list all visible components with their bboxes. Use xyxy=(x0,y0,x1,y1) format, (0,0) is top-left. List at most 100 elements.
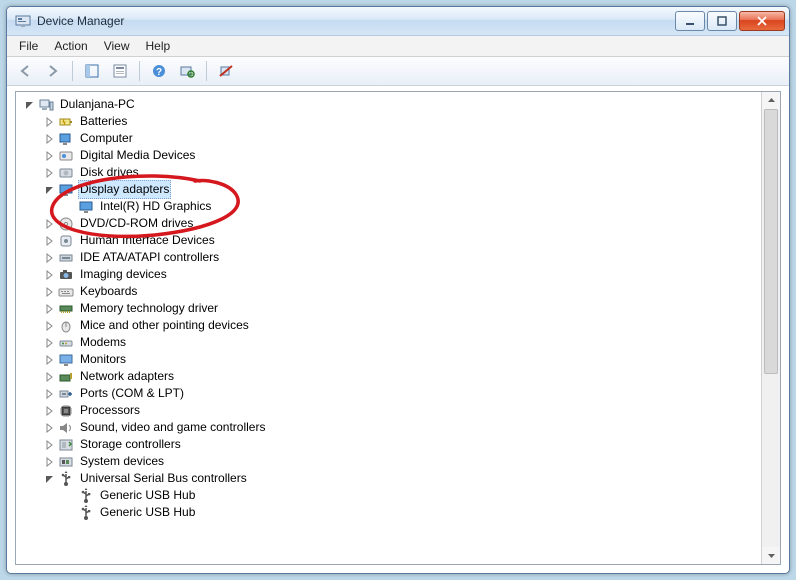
help-button[interactable]: ? xyxy=(147,59,171,83)
forward-button[interactable] xyxy=(41,59,65,83)
expander-icon[interactable] xyxy=(42,302,56,316)
menu-view[interactable]: View xyxy=(96,37,138,55)
expander-icon[interactable] xyxy=(42,336,56,350)
expander-icon[interactable] xyxy=(42,319,56,333)
show-hide-console-tree-button[interactable] xyxy=(80,59,104,83)
expander-icon[interactable] xyxy=(42,166,56,180)
tree-item[interactable]: Imaging devices xyxy=(16,266,762,283)
tree-item-label: Imaging devices xyxy=(78,266,169,283)
tree-item[interactable]: Human Interface Devices xyxy=(16,232,762,249)
usb-icon xyxy=(78,505,94,521)
tree-item-label: Network adapters xyxy=(78,368,176,385)
memory-icon xyxy=(58,301,74,317)
tree-item[interactable]: Disk drives xyxy=(16,164,762,181)
menu-help[interactable]: Help xyxy=(138,37,179,55)
tree-item[interactable]: Batteries xyxy=(16,113,762,130)
monitor-icon xyxy=(58,352,74,368)
app-icon xyxy=(15,13,31,29)
display-icon xyxy=(78,199,94,215)
tree-item[interactable]: Processors xyxy=(16,402,762,419)
expander-icon[interactable] xyxy=(42,472,56,486)
tree-item[interactable]: IDE ATA/ATAPI controllers xyxy=(16,249,762,266)
expander-icon[interactable] xyxy=(42,251,56,265)
usb-icon xyxy=(78,488,94,504)
scroll-thumb[interactable] xyxy=(764,109,778,374)
tree-item[interactable]: Universal Serial Bus controllers xyxy=(16,470,762,487)
tree-item[interactable]: System devices xyxy=(16,453,762,470)
tree-item-label: Generic USB Hub xyxy=(98,487,197,504)
tree-item[interactable]: Storage controllers xyxy=(16,436,762,453)
tree-item[interactable]: Digital Media Devices xyxy=(16,147,762,164)
scan-hardware-button[interactable] xyxy=(175,59,199,83)
menu-action[interactable]: Action xyxy=(46,37,95,55)
expander-icon[interactable] xyxy=(42,132,56,146)
hid-icon xyxy=(58,233,74,249)
sound-icon xyxy=(58,420,74,436)
expander-icon[interactable] xyxy=(42,370,56,384)
expander-icon[interactable] xyxy=(42,217,56,231)
tree-item-label: Generic USB Hub xyxy=(98,504,197,521)
scroll-up-arrow[interactable] xyxy=(762,92,780,109)
expander-icon[interactable] xyxy=(42,387,56,401)
tree-item-label: IDE ATA/ATAPI controllers xyxy=(78,249,221,266)
titlebar[interactable]: Device Manager xyxy=(7,7,789,36)
minimize-button[interactable] xyxy=(675,11,705,31)
cpu-icon xyxy=(58,403,74,419)
tree-item-label: Modems xyxy=(78,334,128,351)
tree-item-label: Disk drives xyxy=(78,164,141,181)
tree-item[interactable]: DVD/CD-ROM drives xyxy=(16,215,762,232)
expander-icon[interactable] xyxy=(42,149,56,163)
scroll-down-arrow[interactable] xyxy=(762,547,780,564)
tree-child-item[interactable]: Intel(R) HD Graphics xyxy=(16,198,762,215)
maximize-button[interactable] xyxy=(707,11,737,31)
computer-icon xyxy=(58,131,74,147)
expander-icon[interactable] xyxy=(42,455,56,469)
tree-item-label: Keyboards xyxy=(78,283,139,300)
tree-item-label: Universal Serial Bus controllers xyxy=(78,470,249,487)
tree-item[interactable]: Mice and other pointing devices xyxy=(16,317,762,334)
modem-icon xyxy=(58,335,74,351)
dvd-icon xyxy=(58,216,74,232)
network-icon xyxy=(58,369,74,385)
tree-root-label: Dulanjana-PC xyxy=(58,96,137,113)
tree-child-item[interactable]: Generic USB Hub xyxy=(16,487,762,504)
tree-root[interactable]: Dulanjana-PC xyxy=(16,96,762,113)
expander-icon[interactable] xyxy=(42,115,56,129)
usb-icon xyxy=(58,471,74,487)
keyboard-icon xyxy=(58,284,74,300)
expander-icon[interactable] xyxy=(42,285,56,299)
tree-item-label: Monitors xyxy=(78,351,128,368)
vertical-scrollbar[interactable] xyxy=(761,92,780,564)
tree-item[interactable]: Monitors xyxy=(16,351,762,368)
properties-button[interactable] xyxy=(108,59,132,83)
expander-icon[interactable] xyxy=(42,234,56,248)
tree-item[interactable]: Network adapters xyxy=(16,368,762,385)
content-area: Dulanjana-PCBatteriesComputerDigital Med… xyxy=(15,91,781,565)
tree-item[interactable]: Sound, video and game controllers xyxy=(16,419,762,436)
media-icon xyxy=(58,148,74,164)
expander-icon[interactable] xyxy=(42,404,56,418)
expander-icon[interactable] xyxy=(42,183,56,197)
ide-icon xyxy=(58,250,74,266)
tree-item[interactable]: Ports (COM & LPT) xyxy=(16,385,762,402)
expander-icon[interactable] xyxy=(22,98,36,112)
tree-item[interactable]: Modems xyxy=(16,334,762,351)
device-tree[interactable]: Dulanjana-PCBatteriesComputerDigital Med… xyxy=(16,92,762,564)
back-button[interactable] xyxy=(13,59,37,83)
tree-item[interactable]: Memory technology driver xyxy=(16,300,762,317)
expander-icon[interactable] xyxy=(42,268,56,282)
tree-item[interactable]: Display adapters xyxy=(16,181,762,198)
menu-file[interactable]: File xyxy=(11,37,46,55)
tree-item[interactable]: Computer xyxy=(16,130,762,147)
tree-child-item[interactable]: Generic USB Hub xyxy=(16,504,762,521)
tree-item-label: Human Interface Devices xyxy=(78,232,217,249)
expander-icon[interactable] xyxy=(42,438,56,452)
uninstall-button[interactable] xyxy=(214,59,238,83)
tree-item-label: Batteries xyxy=(78,113,129,130)
tree-item[interactable]: Keyboards xyxy=(16,283,762,300)
expander-icon[interactable] xyxy=(42,353,56,367)
close-button[interactable] xyxy=(739,11,785,31)
expander-icon[interactable] xyxy=(42,421,56,435)
port-icon xyxy=(58,386,74,402)
tree-item-label: DVD/CD-ROM drives xyxy=(78,215,195,232)
